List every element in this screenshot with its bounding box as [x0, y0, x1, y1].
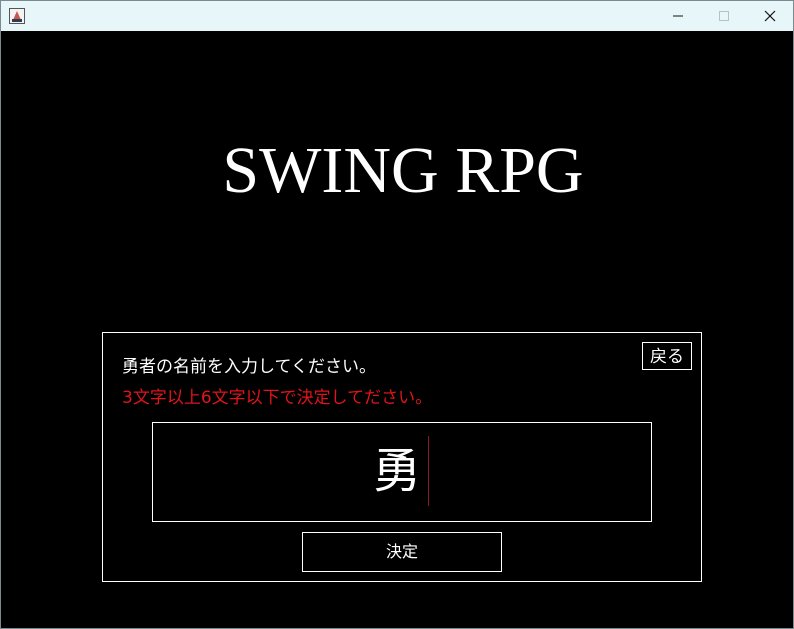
minimize-button[interactable] — [655, 1, 701, 31]
back-button[interactable]: 戻る — [642, 342, 692, 370]
minimize-icon — [672, 7, 684, 26]
app-window: SWING RPG 戻る 勇者の名前を入力してください。 3文字以上6文字以下で… — [0, 0, 794, 629]
game-title: SWING RPG — [222, 134, 584, 207]
confirm-button[interactable]: 決定 — [302, 532, 502, 572]
close-icon — [764, 7, 776, 26]
name-length-rule-label: 3文字以上6文字以下で決定してださい。 — [122, 388, 433, 408]
maximize-icon — [718, 7, 730, 26]
close-button[interactable] — [747, 1, 793, 31]
text-caret — [428, 436, 429, 506]
maximize-button[interactable] — [701, 1, 747, 31]
java-app-icon[interactable] — [9, 8, 25, 24]
hero-name-value: 勇 — [373, 443, 422, 499]
hero-name-input[interactable]: 勇 — [152, 422, 652, 522]
name-prompt-label: 勇者の名前を入力してください。 — [122, 357, 376, 377]
name-entry-panel: 戻る 勇者の名前を入力してください。 3文字以上6文字以下で決定してださい。 勇… — [102, 332, 702, 582]
title-bar[interactable] — [1, 1, 793, 31]
game-canvas: SWING RPG 戻る 勇者の名前を入力してください。 3文字以上6文字以下で… — [1, 31, 793, 628]
